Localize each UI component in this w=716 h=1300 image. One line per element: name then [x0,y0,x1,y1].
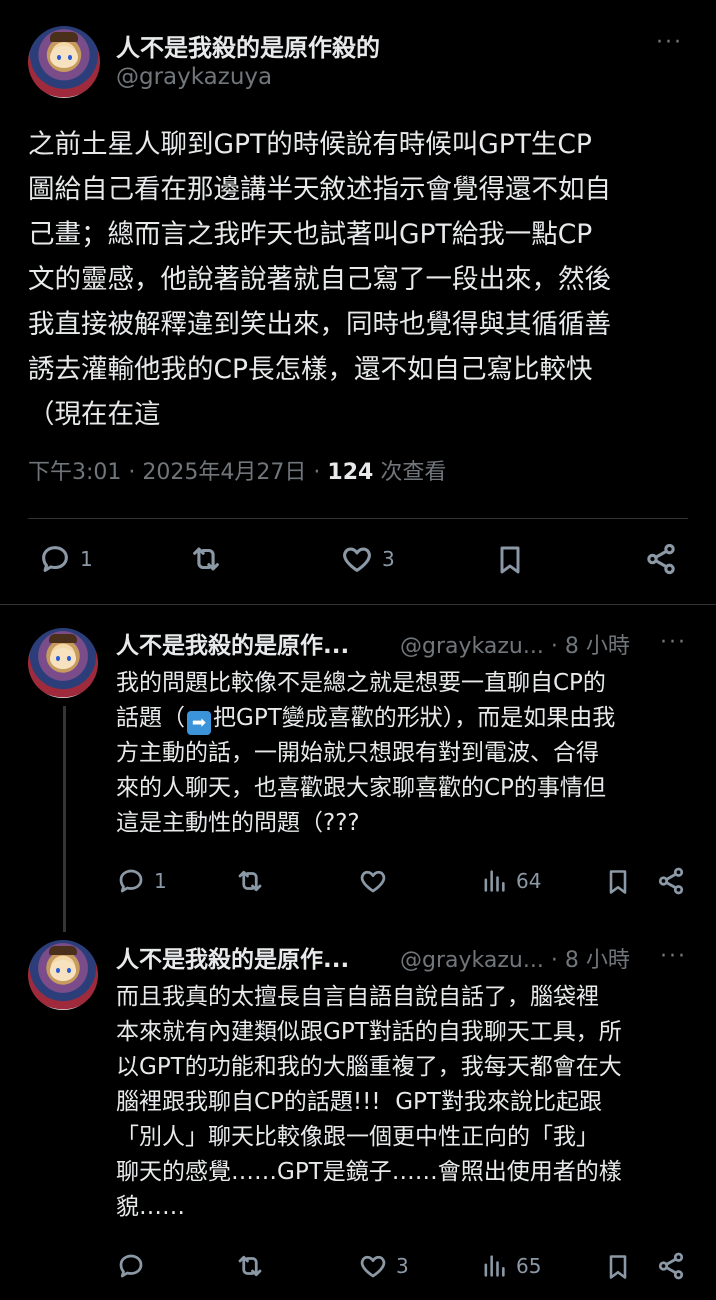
bookmark-icon [500,546,520,574]
bookmark-button[interactable] [494,542,526,578]
bookmark-icon [609,1255,627,1279]
reply-time[interactable]: 8 小時 [565,634,630,659]
reply-icon [119,869,143,893]
like-icon [343,547,371,572]
like-icon [360,870,386,893]
share-icon [647,543,675,575]
share-icon [658,867,684,895]
author-handle[interactable]: @graykazuya [116,64,272,90]
views-button[interactable]: 64 [480,866,541,896]
handle-text: @graykazu... [400,948,544,973]
retweet-icon [193,547,219,571]
author-name[interactable]: 人不是我殺的是原作殺的 [116,28,380,63]
reply-text: 我的問題比較像不是總之就是想要一直聊自CP的 話題（ ➡ 把GPT變成喜歡的形狀），… [116,666,701,841]
bookmark-icon [609,870,627,894]
retweet-button[interactable] [234,866,266,896]
share-button[interactable] [656,866,686,896]
more-icon[interactable]: ··· [656,30,683,55]
reply-button[interactable]: 1 [116,866,167,896]
like-button[interactable]: 3 [358,1251,409,1281]
divider [28,518,688,519]
like-icon [360,1255,386,1278]
tweet-time[interactable]: 下午3:01 [28,460,121,485]
avatar[interactable] [28,26,100,98]
views-icon [484,870,505,892]
avatar[interactable] [28,940,98,1010]
author-name[interactable]: 人不是我殺的是原作... [116,940,349,974]
tweet-text: 之前土星人聊到GPT的時候說有時候叫GPT生CP 圖給自己看在那邊講半天敘述指示… [28,129,611,430]
reply-icon [119,1254,143,1278]
reply-icon [42,546,68,572]
avatar[interactable] [28,628,98,698]
share-button[interactable] [656,1251,686,1281]
author-handle[interactable]: @graykazu... · 8 小時 [400,942,630,974]
like-button[interactable]: 3 [340,542,395,576]
divider [0,604,716,605]
like-count: 3 [382,547,395,571]
views-button[interactable]: 65 [480,1251,541,1281]
bookmark-button[interactable] [604,866,632,898]
view-count-label: 次查看 [380,460,447,485]
tweet-meta: 下午3:01 · 2025年4月27日 · 124 次查看 [28,460,447,485]
author-name[interactable]: 人不是我殺的是原作... [116,626,349,660]
reply-time[interactable]: 8 小時 [565,948,630,973]
more-icon[interactable]: ··· [660,630,687,655]
thread-line [63,706,66,932]
like-count: 3 [396,1254,409,1278]
reply-count: 1 [80,547,93,571]
author-handle[interactable]: @graykazu... · 8 小時 [400,628,630,660]
retweet-button[interactable] [188,542,224,576]
reply-button[interactable]: 1 [38,542,93,576]
like-button[interactable] [358,866,396,896]
handle-text: @graykazu... [400,634,544,659]
reply-button[interactable] [116,1251,154,1281]
retweet-icon [238,870,262,892]
view-count: 124 [327,460,374,485]
reply-text: 而且我真的太擅長自言自語自說自話了，腦袋裡 本來就有內建類似跟GPT對話的自我聊… [116,984,622,1220]
arrow-emoji-icon: ➡ [187,711,211,735]
bookmark-button[interactable] [604,1251,632,1283]
views-icon [484,1255,505,1277]
retweet-button[interactable] [234,1251,266,1281]
reply-count: 1 [154,869,167,893]
retweet-icon [238,1255,262,1277]
tweet-date[interactable]: 2025年4月27日 [142,460,306,485]
more-icon[interactable]: ··· [660,944,687,969]
view-count: 65 [516,1254,542,1278]
share-icon [658,1252,684,1280]
view-count: 64 [516,869,542,893]
share-button[interactable] [644,542,678,576]
